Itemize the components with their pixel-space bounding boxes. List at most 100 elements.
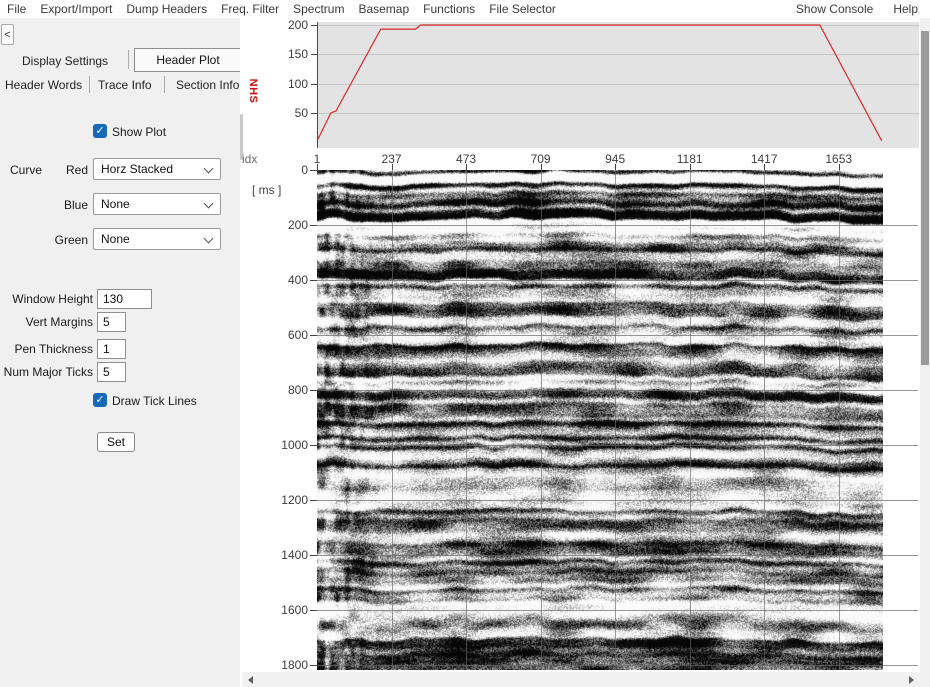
ms-tick-label: 400 bbox=[258, 273, 308, 287]
gridline-v bbox=[541, 170, 542, 670]
y-tick-mark bbox=[311, 25, 317, 26]
gridline-h bbox=[317, 610, 918, 611]
vert-margins-label: Vert Margins bbox=[0, 315, 93, 329]
menu-item-functions[interactable]: Functions bbox=[416, 0, 482, 18]
tab-section-info[interactable]: Section Info bbox=[176, 78, 239, 92]
chevron-down-icon bbox=[204, 164, 214, 174]
menu-item-help[interactable]: Help bbox=[883, 0, 928, 18]
header-curve bbox=[318, 22, 919, 148]
idx-axis-label: idx bbox=[242, 152, 257, 166]
y-tick-mark bbox=[311, 54, 317, 55]
ms-tick-label: 1800 bbox=[258, 658, 308, 672]
gridline-v bbox=[392, 170, 393, 670]
tab-display-settings[interactable]: Display Settings bbox=[22, 54, 108, 68]
menu-item-show-console[interactable]: Show Console bbox=[786, 0, 883, 18]
ms-tick-mark bbox=[310, 665, 317, 666]
ms-tick-label: 600 bbox=[258, 328, 308, 342]
show-plot-label: Show Plot bbox=[112, 125, 166, 139]
menu-bar: FileExport/ImportDump HeadersFreq. Filte… bbox=[0, 0, 930, 19]
window-height-label: Window Height bbox=[0, 292, 93, 306]
y-tick-label: 150 bbox=[258, 47, 308, 61]
menu-item-export-import[interactable]: Export/Import bbox=[33, 0, 119, 18]
y-tick-label: 200 bbox=[258, 18, 308, 32]
show-plot-checkbox[interactable]: ✓ bbox=[93, 124, 107, 138]
tab-trace-info[interactable]: Trace Info bbox=[98, 78, 152, 92]
nhs-axis-label: NHS bbox=[245, 73, 259, 109]
ms-tick-mark bbox=[310, 170, 317, 171]
num-major-ticks-label: Num Major Ticks bbox=[0, 365, 93, 379]
gridline-v bbox=[764, 170, 765, 670]
green-curve-value: None bbox=[101, 229, 130, 249]
gridline-h bbox=[317, 225, 918, 226]
tab-separator bbox=[89, 76, 90, 93]
menu-right-group: Show ConsoleHelp bbox=[786, 0, 928, 18]
gridline-v bbox=[690, 170, 691, 670]
left-panel: < Display Settings Header Plot Header Wo… bbox=[0, 18, 240, 687]
app-window: FileExport/ImportDump HeadersFreq. Filte… bbox=[0, 0, 930, 687]
pen-thickness-input[interactable] bbox=[97, 339, 126, 359]
menu-item-basemap[interactable]: Basemap bbox=[351, 0, 416, 18]
set-button[interactable]: Set bbox=[97, 432, 135, 452]
green-channel-label: Green bbox=[38, 233, 88, 247]
header-plot bbox=[317, 22, 919, 148]
plot-area: NHS 50100150200 idx 12374737099451181141… bbox=[240, 18, 930, 687]
blue-channel-label: Blue bbox=[38, 198, 88, 212]
red-curve-select[interactable]: Horz Stacked bbox=[93, 158, 221, 180]
ms-tick-mark bbox=[310, 610, 317, 611]
gridline-h bbox=[317, 335, 918, 336]
draw-tick-lines-checkbox[interactable]: ✓ bbox=[93, 393, 107, 407]
ms-tick-label: 1600 bbox=[258, 603, 308, 617]
gridline-h bbox=[317, 445, 918, 446]
num-major-ticks-input[interactable] bbox=[97, 362, 126, 382]
ms-tick-label: 0 bbox=[258, 163, 308, 177]
blue-curve-select[interactable]: None bbox=[93, 193, 221, 215]
horizontal-scrollbar[interactable] bbox=[242, 672, 920, 687]
red-curve-value: Horz Stacked bbox=[101, 159, 173, 179]
menu-item-file-selector[interactable]: File Selector bbox=[482, 0, 563, 18]
ms-tick-label: 800 bbox=[258, 383, 308, 397]
scrollbar-corner bbox=[920, 672, 930, 687]
gridline-h bbox=[317, 665, 918, 666]
pen-thickness-label: Pen Thickness bbox=[0, 342, 93, 356]
ms-tick-mark bbox=[310, 280, 317, 281]
tab-header-plot[interactable]: Header Plot bbox=[134, 48, 242, 72]
gridline-h bbox=[317, 555, 918, 556]
seismic-image bbox=[317, 170, 883, 670]
menu-item-spectrum[interactable]: Spectrum bbox=[286, 0, 351, 18]
scroll-right-arrow-icon[interactable] bbox=[909, 676, 914, 684]
vert-margins-input[interactable] bbox=[97, 312, 126, 332]
blue-curve-value: None bbox=[101, 194, 130, 214]
collapse-panel-button[interactable]: < bbox=[1, 24, 14, 45]
menu-items-group: FileExport/ImportDump HeadersFreq. Filte… bbox=[0, 2, 563, 16]
ms-tick-label: 1200 bbox=[258, 493, 308, 507]
ms-tick-label: 1000 bbox=[258, 438, 308, 452]
ms-tick-mark bbox=[310, 500, 317, 501]
tab-separator bbox=[164, 76, 165, 93]
gridline-h bbox=[317, 390, 918, 391]
menu-item-file[interactable]: File bbox=[0, 0, 33, 18]
gridline-h bbox=[317, 500, 918, 501]
menu-item-dump-headers[interactable]: Dump Headers bbox=[119, 0, 214, 18]
ms-tick-mark bbox=[310, 555, 317, 556]
draw-tick-lines-label: Draw Tick Lines bbox=[112, 394, 197, 408]
window-height-input[interactable] bbox=[97, 289, 152, 309]
menu-item-freq-filter[interactable]: Freq. Filter bbox=[214, 0, 286, 18]
gridline-h bbox=[317, 280, 918, 281]
red-channel-label: Red bbox=[38, 163, 88, 177]
chevron-down-icon bbox=[204, 199, 214, 209]
ms-tick-mark bbox=[310, 335, 317, 336]
gridline-v bbox=[839, 170, 840, 670]
tab-header-words[interactable]: Header Words bbox=[5, 78, 82, 92]
gridline-v bbox=[466, 170, 467, 670]
y-tick-label: 50 bbox=[258, 106, 308, 120]
ms-tick-label: 200 bbox=[258, 218, 308, 232]
ms-tick-mark bbox=[310, 390, 317, 391]
gridline-v bbox=[615, 170, 616, 670]
y-tick-mark bbox=[311, 113, 317, 114]
ms-tick-label: 1400 bbox=[258, 548, 308, 562]
y-tick-mark bbox=[311, 84, 317, 85]
vertical-scrollbar[interactable] bbox=[920, 18, 930, 672]
scroll-left-arrow-icon[interactable] bbox=[248, 676, 253, 684]
green-curve-select[interactable]: None bbox=[93, 228, 221, 250]
vertical-scrollbar-thumb[interactable] bbox=[921, 31, 929, 365]
